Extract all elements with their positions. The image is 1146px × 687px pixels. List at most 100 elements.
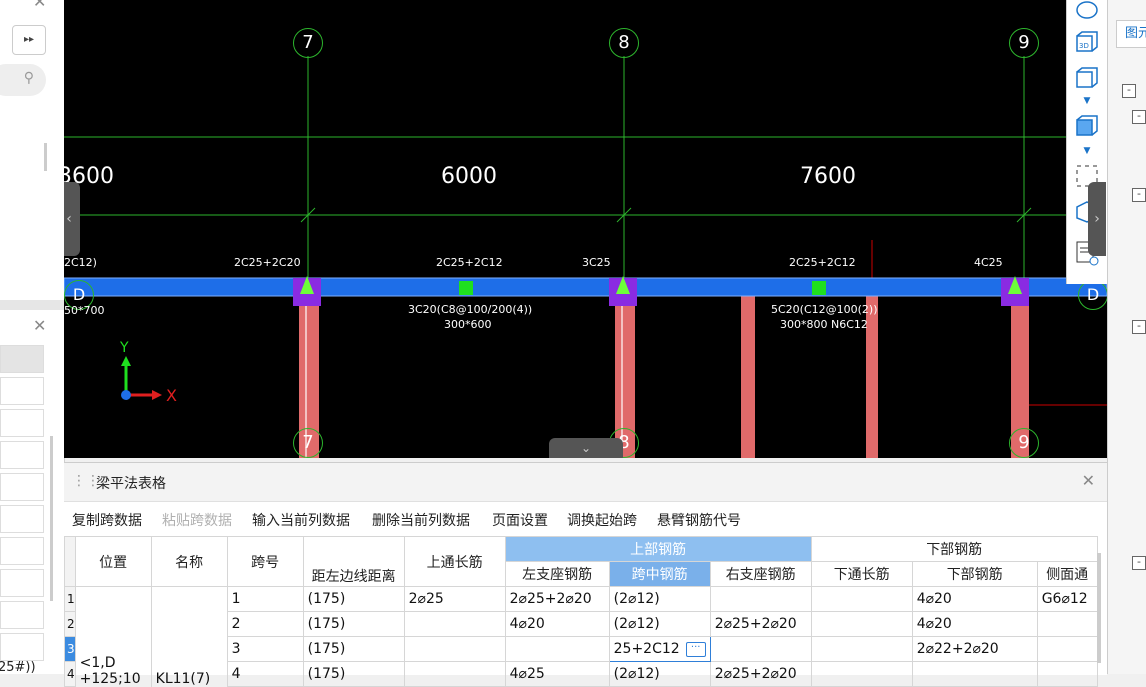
table-cell[interactable]: (2⌀12) [608,586,711,612]
box-view-icon[interactable] [1075,66,1099,88]
table-cell[interactable] [403,661,506,687]
table-cell[interactable] [810,661,913,687]
solid-box-icon[interactable] [1075,114,1099,136]
row-number[interactable]: 2 [64,611,76,637]
3d-view-icon[interactable]: 3D [1075,30,1099,52]
name-cell[interactable]: KL11(7) [150,586,228,687]
page-setup-button[interactable]: 页面设置 [492,510,548,530]
copy-span-button[interactable]: 复制跨数据 [72,510,142,530]
table-cell[interactable]: G6⌀12 [1036,586,1098,612]
table-cell[interactable]: (2⌀12) [608,661,711,687]
tree-toggle[interactable]: - [1122,84,1136,98]
rebar-label: 300*600 [444,318,492,331]
list-item[interactable] [0,633,44,661]
list-item[interactable] [0,505,44,533]
cell-input[interactable]: 25+2C12 [614,641,680,657]
list-item[interactable] [0,569,44,597]
rebar-label: 2C12) [64,256,97,269]
table-cell[interactable]: (175) [302,636,405,662]
list-item[interactable] [0,537,44,565]
table-cell[interactable]: 1 [226,586,304,612]
table-cell[interactable] [504,636,610,662]
scrollbar[interactable] [50,436,53,601]
table-cell[interactable]: 4⌀25 [504,661,610,687]
row-number[interactable]: 4 [64,661,76,687]
table-cell[interactable]: 2⌀25+2⌀20 [709,611,812,637]
table-cell[interactable] [810,586,913,612]
swap-start-span-button[interactable]: 调换起始跨 [567,510,637,530]
position-cell[interactable]: <1,D +125;10 [74,586,152,687]
scrollbar[interactable] [44,143,47,171]
beam[interactable] [64,277,1107,297]
paste-span-button[interactable]: 粘贴跨数据 [162,510,232,530]
axis-bubble[interactable]: 7 [293,28,323,58]
table-cell[interactable]: 2 [226,611,304,637]
table-cell[interactable]: (175) [302,611,405,637]
table-cell[interactable]: 4⌀20 [911,586,1038,612]
chevron-down-icon[interactable]: ▼ [1075,146,1099,156]
close-icon[interactable]: ✕ [1082,471,1095,490]
table-cell[interactable] [403,611,506,637]
column[interactable] [741,296,755,458]
tab-elements[interactable]: 图元 [1116,20,1146,48]
list-item[interactable] [0,409,44,437]
axis-bubble[interactable]: 9 [1009,428,1039,458]
list-item[interactable] [0,601,44,629]
table-cell[interactable] [911,661,1038,687]
list-item[interactable] [0,441,44,469]
table-cell[interactable] [1036,611,1098,637]
table-cell[interactable] [810,611,913,637]
scrollbar[interactable] [1097,553,1101,663]
table-cell[interactable]: 2⌀25 [403,586,506,612]
table-cell[interactable] [403,636,506,662]
close-icon[interactable]: ✕ [33,0,46,11]
chevron-down-icon[interactable]: ▼ [1075,96,1099,106]
more-options-button[interactable]: ··· [685,641,706,657]
close-icon[interactable]: ✕ [33,316,46,335]
tree-toggle[interactable]: - [1132,556,1146,570]
search-input[interactable]: ⚲ [0,64,46,96]
tree-toggle[interactable]: - [1132,320,1146,334]
cad-viewport[interactable]: 7 8 9 7 8 9 D D 3600 6000 7600 2C12) 2C2… [64,0,1107,458]
table-cell[interactable]: (175) [302,661,405,687]
cantilever-code-button[interactable]: 悬臂钢筋代号 [657,510,741,530]
table-cell[interactable]: 4 [226,661,304,687]
axis-bubble[interactable]: 7 [293,428,323,458]
orbit-icon[interactable] [1075,0,1099,22]
list-item[interactable] [0,473,44,501]
table-cell[interactable]: 2⌀25+2⌀20 [504,586,610,612]
axis-bubble[interactable]: 9 [1009,28,1039,58]
tree-toggle[interactable]: - [1132,188,1146,202]
table-cell[interactable] [709,586,812,612]
table-cell[interactable]: (175) [302,586,405,612]
row-number[interactable]: 1 [64,586,76,612]
input-column-button[interactable]: 输入当前列数据 [252,510,350,530]
axis-bubble[interactable]: D [1078,280,1107,310]
delete-column-button[interactable]: 删除当前列数据 [372,510,470,530]
list-item-text: 25#)) [0,660,36,674]
table-cell[interactable] [1036,661,1098,687]
list-item[interactable] [0,345,44,373]
table-cell[interactable]: 4⌀20 [504,611,610,637]
collapse-left-button[interactable]: ‹ [64,182,80,256]
table-cell[interactable] [1036,636,1098,662]
table-row: 1 <1,D +125;10 KL11(7) 1 (175) 2⌀25 2⌀25… [64,586,1098,687]
beam-table: 位置 名称 跨号 距左边线距离 上通长筋 上部钢筋 下部钢筋 左支座钢筋 跨中钢… [64,536,1098,687]
row-number[interactable]: 3 [64,636,76,662]
table-cell[interactable] [709,636,812,662]
axis-bubble[interactable]: 8 [609,28,639,58]
table-cell[interactable] [810,636,913,662]
collapse-bottom-button[interactable]: ⌄ [549,438,623,458]
expand-button[interactable]: ▸▸ [12,25,46,55]
table-cell[interactable]: 2⌀25+2⌀20 [709,661,812,687]
column-header: 距左边线距离 [302,536,405,587]
tree-toggle[interactable]: - [1132,110,1146,124]
table-cell[interactable]: (2⌀12) [608,611,711,637]
collapse-right-button[interactable]: › [1088,182,1106,256]
editing-cell[interactable]: 25+2C12 ··· [608,636,711,662]
table-cell[interactable]: 4⌀20 [911,611,1038,637]
table-cell[interactable]: 2⌀22+2⌀20 [911,636,1038,662]
list-item[interactable] [0,377,44,405]
table-cell[interactable]: 3 [226,636,304,662]
rebar-label: 4C25 [974,256,1003,269]
